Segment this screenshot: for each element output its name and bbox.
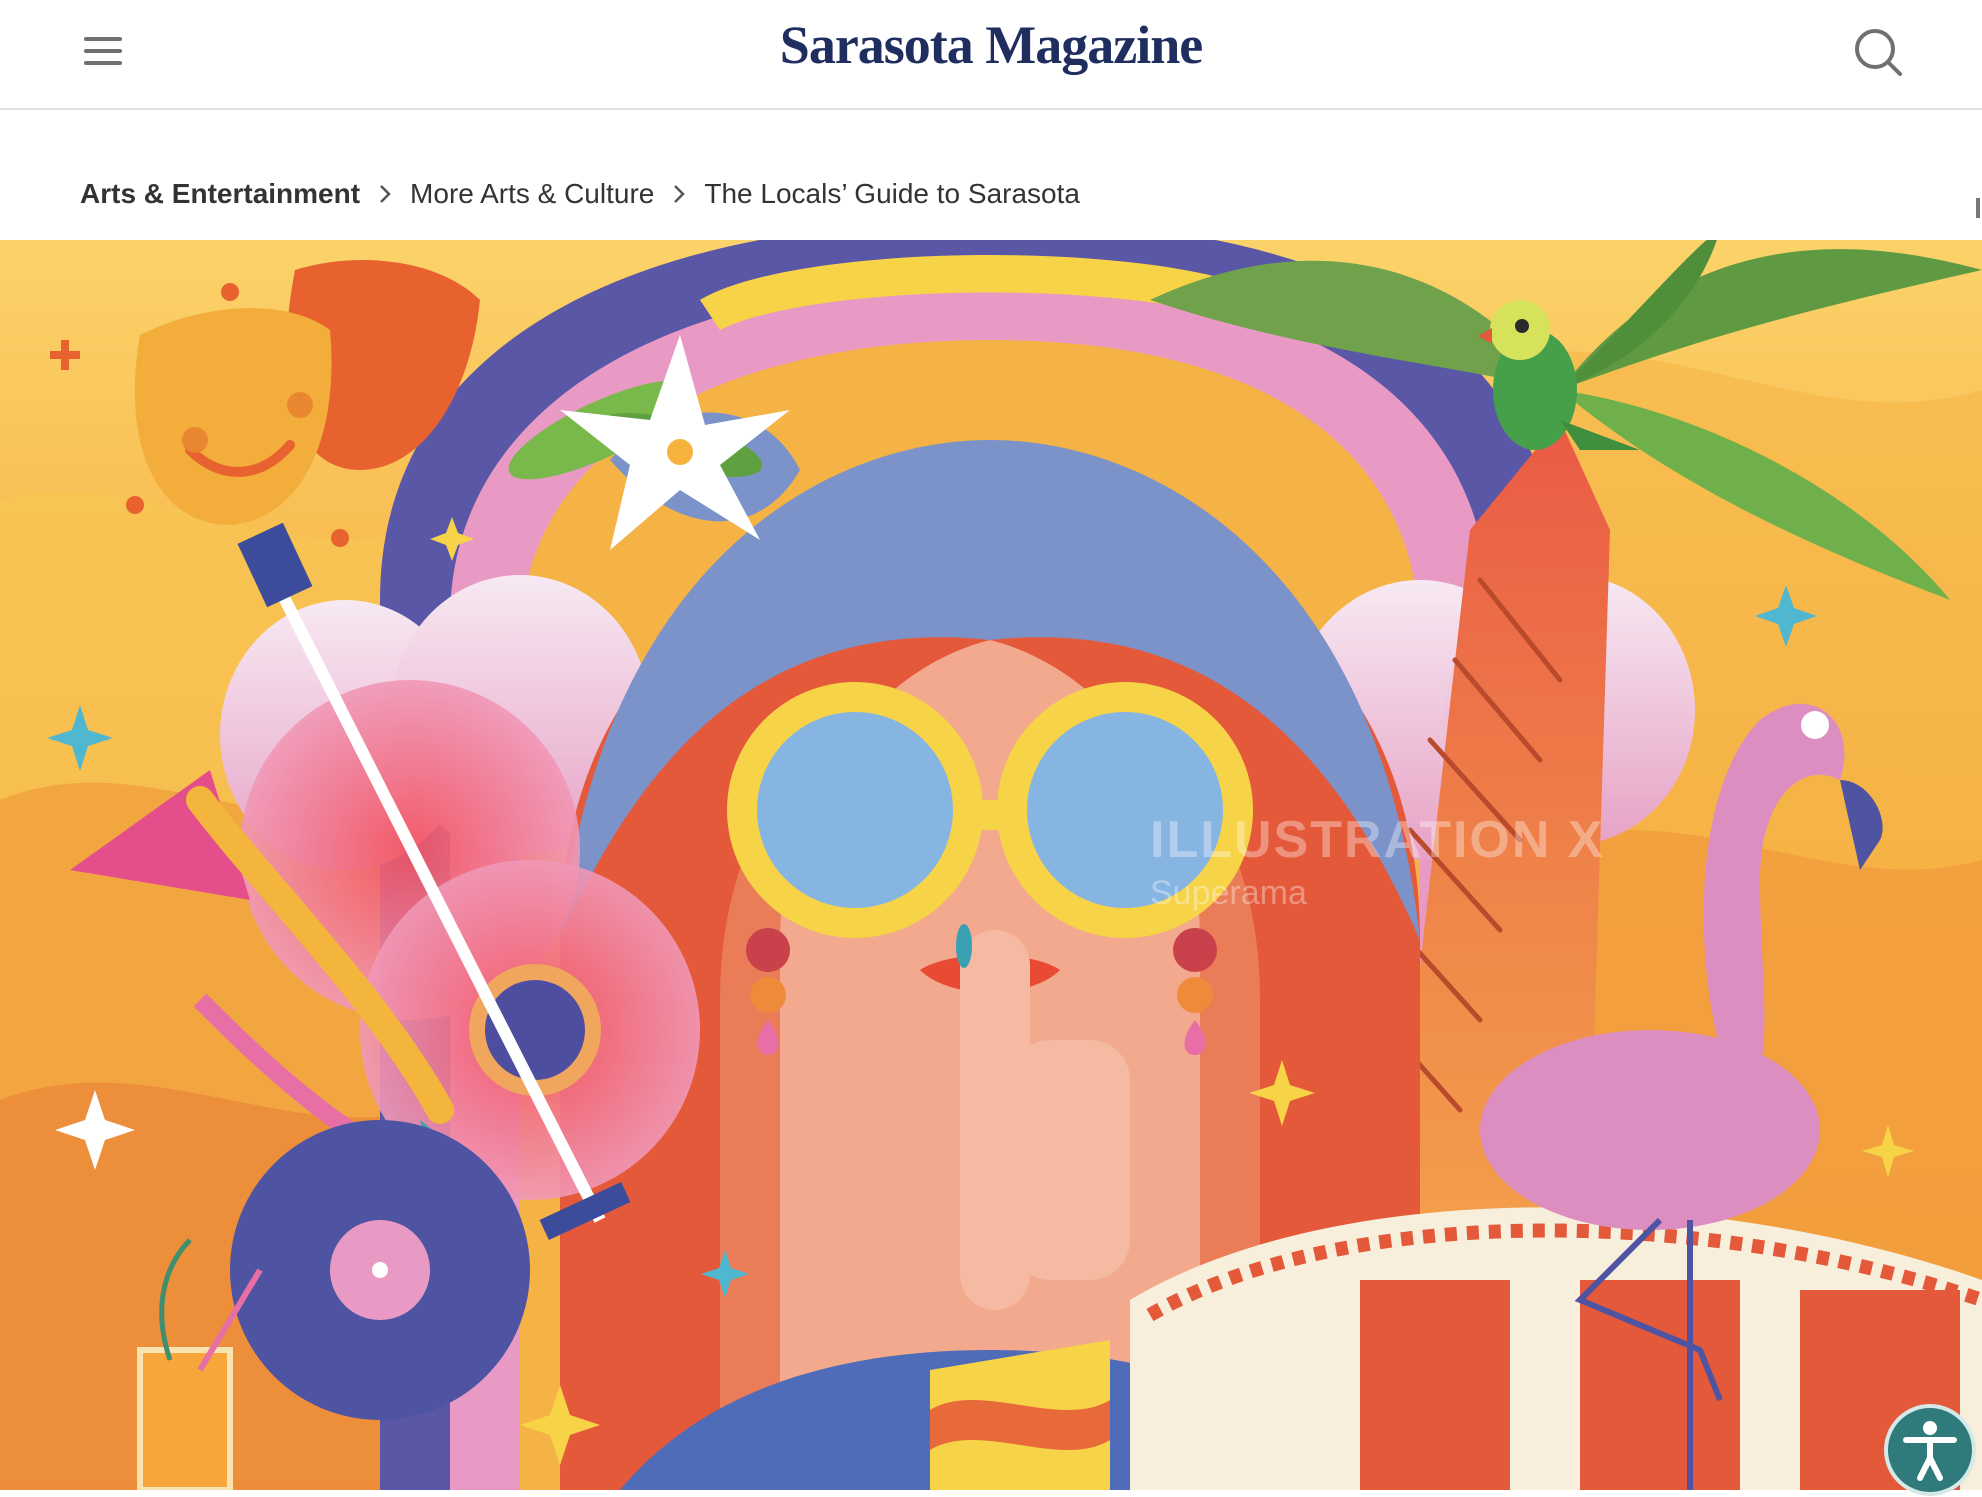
breadcrumb-link-more-arts-culture[interactable]: More Arts & Culture: [410, 178, 654, 210]
site-header: Sarasota Magazine: [0, 0, 1982, 110]
chevron-right-icon: [674, 185, 686, 203]
search-icon: [1855, 29, 1902, 76]
site-logo[interactable]: Sarasota Magazine: [0, 14, 1982, 76]
hero-illustration-art: [0, 240, 1982, 1490]
hero-illustration: ILLUSTRATION X Superama: [0, 240, 1982, 1490]
breadcrumb-link-arts-entertainment[interactable]: Arts & Entertainment: [80, 178, 360, 210]
scrollbar-marker: [1976, 198, 1980, 218]
breadcrumb-current-page: The Locals’ Guide to Sarasota: [704, 178, 1080, 209]
vinyl-record: [230, 1120, 530, 1420]
accessibility-button[interactable]: [1884, 1404, 1976, 1496]
bridge-arch: [1130, 1207, 1982, 1490]
breadcrumb: Arts & Entertainment More Arts & Culture…: [80, 178, 1080, 210]
accessibility-icon: [1903, 1421, 1957, 1481]
chevron-right-icon: [380, 185, 391, 203]
search-button[interactable]: [1850, 24, 1906, 80]
